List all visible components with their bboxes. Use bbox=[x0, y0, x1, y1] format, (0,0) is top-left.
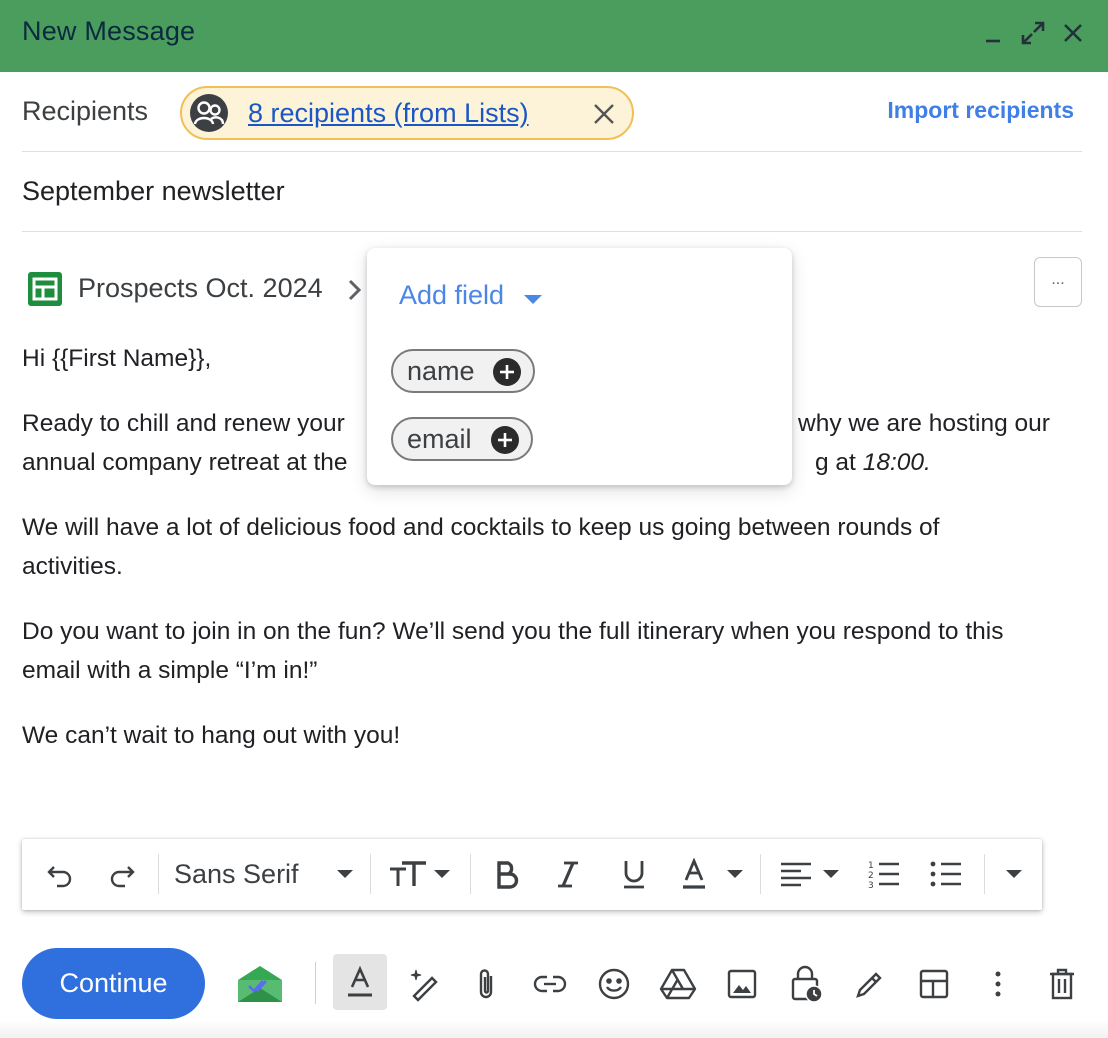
expand-icon[interactable] bbox=[1018, 16, 1048, 50]
recipients-link[interactable]: 8 recipients (from Lists) bbox=[248, 98, 529, 129]
paragraph-2-line-2: activities. bbox=[22, 553, 123, 580]
text-color-icon[interactable] bbox=[678, 853, 746, 895]
paragraph-2-line-1: We will have a lot of delicious food and… bbox=[22, 514, 940, 541]
toolbar-divider bbox=[158, 854, 159, 894]
sheet-more-button[interactable]: ... bbox=[1034, 257, 1082, 307]
svg-text:3: 3 bbox=[868, 881, 874, 889]
emoji-icon[interactable] bbox=[588, 958, 640, 1010]
paragraph-1-line-2-right: g at 18:00. bbox=[815, 443, 931, 482]
recipients-row: Recipients 8 recipients (from Lists) Imp… bbox=[22, 72, 1082, 152]
recipients-chip[interactable]: 8 recipients (from Lists) bbox=[180, 86, 634, 140]
chevron-right-icon[interactable] bbox=[344, 276, 366, 304]
svg-text:1: 1 bbox=[868, 861, 874, 871]
caret-down-icon[interactable] bbox=[334, 853, 356, 895]
caret-down-icon[interactable] bbox=[524, 292, 542, 304]
field-chip-label: name bbox=[407, 356, 475, 386]
sheet-name[interactable]: Prospects Oct. 2024 bbox=[78, 273, 323, 304]
bottom-shade bbox=[0, 1020, 1108, 1038]
plus-icon bbox=[493, 358, 521, 386]
formatting-options-icon[interactable] bbox=[333, 954, 387, 1010]
add-field-popup: Add field name email bbox=[367, 248, 792, 485]
recipients-label: Recipients bbox=[22, 96, 149, 126]
toolbar-divider bbox=[370, 854, 371, 894]
font-size-icon[interactable] bbox=[386, 853, 456, 895]
more-options-icon[interactable] bbox=[972, 958, 1024, 1010]
link-icon[interactable] bbox=[524, 958, 576, 1010]
underline-icon[interactable] bbox=[616, 853, 652, 895]
paragraph-1-line-1-right: why we are hosting our bbox=[798, 410, 1050, 437]
compose-title: New Message bbox=[22, 16, 196, 46]
minimize-icon[interactable] bbox=[978, 16, 1008, 50]
time-prefix: g at bbox=[815, 449, 863, 476]
field-chip-label: email bbox=[407, 424, 472, 454]
toolbar-divider bbox=[470, 854, 471, 894]
close-icon[interactable] bbox=[1058, 16, 1088, 50]
align-icon[interactable] bbox=[776, 853, 844, 895]
remove-recipients-icon[interactable] bbox=[590, 100, 618, 128]
continue-button[interactable]: Continue bbox=[22, 948, 205, 1019]
paragraph-4: We can’t wait to hang out with you! bbox=[22, 722, 401, 749]
plus-icon bbox=[491, 426, 519, 454]
time-value: 18:00. bbox=[862, 449, 931, 476]
bulleted-list-icon[interactable] bbox=[926, 853, 966, 895]
paragraph-3-line-1: Do you want to join in on the fun? We’ll… bbox=[22, 618, 1004, 645]
mailmeteor-icon[interactable] bbox=[234, 958, 286, 1010]
numbered-list-icon[interactable]: 123 bbox=[864, 853, 904, 895]
toolbar-divider bbox=[984, 854, 985, 894]
drive-icon[interactable] bbox=[652, 958, 704, 1010]
subject-field[interactable]: September newsletter bbox=[22, 176, 285, 207]
font-family-label: Sans Serif bbox=[174, 858, 299, 889]
magic-pen-icon[interactable] bbox=[398, 958, 450, 1010]
confidential-icon[interactable] bbox=[780, 958, 832, 1010]
import-recipients-link[interactable]: Import recipients bbox=[887, 97, 1074, 124]
undo-icon[interactable] bbox=[40, 853, 80, 895]
redo-icon[interactable] bbox=[102, 853, 142, 895]
compose-title-bar: New Message bbox=[0, 0, 1108, 72]
bottom-divider bbox=[315, 962, 316, 1004]
group-icon bbox=[190, 94, 228, 132]
bold-icon[interactable] bbox=[488, 853, 524, 895]
photo-icon[interactable] bbox=[716, 958, 768, 1010]
field-chip-name[interactable]: name bbox=[391, 349, 535, 393]
subject-row[interactable]: September newsletter bbox=[22, 152, 1082, 232]
trash-icon[interactable] bbox=[1036, 958, 1088, 1010]
attach-icon[interactable] bbox=[460, 958, 512, 1010]
paragraph-1-line-1-left: Ready to chill and renew your bbox=[22, 410, 345, 437]
italic-icon[interactable] bbox=[550, 853, 586, 895]
paragraph-1-line-2-left: annual company retreat at the bbox=[22, 449, 348, 476]
font-family-select[interactable]: Sans Serif bbox=[174, 853, 312, 895]
paragraph-3-line-2: email with a simple “I’m in!” bbox=[22, 657, 318, 684]
toolbar-divider bbox=[760, 854, 761, 894]
sheets-icon bbox=[28, 272, 62, 306]
formatting-toolbar: Sans Serif 123 bbox=[22, 839, 1042, 910]
more-formatting-icon[interactable] bbox=[1002, 853, 1026, 895]
signature-icon[interactable] bbox=[844, 958, 896, 1010]
add-field-dropdown[interactable]: Add field bbox=[399, 280, 504, 311]
svg-text:2: 2 bbox=[868, 871, 874, 881]
template-icon[interactable] bbox=[908, 958, 960, 1010]
field-chip-email[interactable]: email bbox=[391, 417, 533, 461]
